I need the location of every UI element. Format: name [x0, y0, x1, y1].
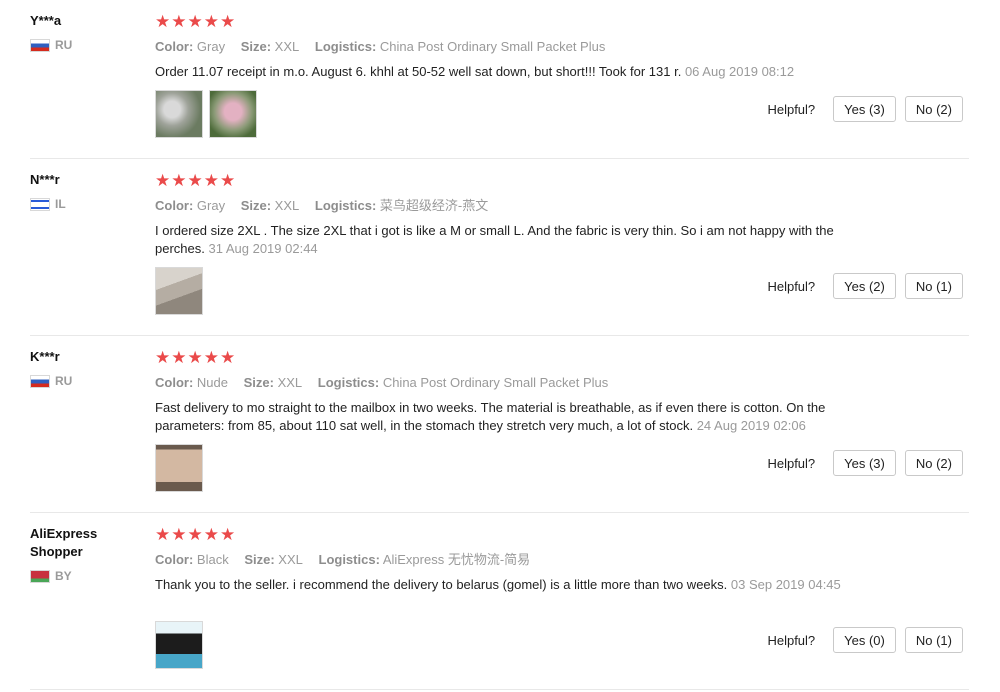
- helpful-no-button[interactable]: No (2): [904, 96, 963, 122]
- color-value: Gray: [196, 39, 226, 54]
- size-value: XXL: [274, 39, 300, 54]
- helpful-voting: Helpful? Yes (3) No (2): [767, 450, 963, 476]
- review-photo[interactable]: [209, 90, 257, 138]
- reviewer-name: AliExpress Shopper: [30, 526, 98, 559]
- review-list: Y***a RU ★★★★★ Color: Gray Size: XXL Log…: [0, 0, 1000, 692]
- country-code: BY: [55, 569, 72, 583]
- review-text: Order 11.07 receipt in m.o. August 6. kh…: [155, 63, 865, 81]
- reviewer-country: IL: [30, 197, 140, 211]
- reviewer-info: K***r RU: [30, 348, 140, 388]
- logistics-label: Logistics:: [317, 375, 380, 390]
- size-label: Size:: [244, 552, 275, 567]
- review-body: ★★★★★ Color: Gray Size: XXL Logistics: 菜…: [155, 171, 865, 258]
- helpful-no-button[interactable]: No (1): [904, 273, 963, 299]
- review-photo[interactable]: [155, 621, 203, 669]
- color-label: Color:: [155, 375, 194, 390]
- reviewer-country: RU: [30, 38, 140, 52]
- helpful-no-button[interactable]: No (2): [904, 450, 963, 476]
- reviewer-country: RU: [30, 374, 140, 388]
- color-value: Gray: [196, 198, 226, 213]
- russia-flag-icon: [30, 374, 50, 388]
- helpful-no-button[interactable]: No (1): [904, 627, 963, 653]
- helpful-voting: Helpful? Yes (3) No (2): [767, 96, 963, 122]
- review-photo[interactable]: [155, 90, 203, 138]
- helpful-yes-button[interactable]: Yes (3): [833, 96, 896, 122]
- review-photos: [155, 267, 203, 315]
- logistics-label: Logistics:: [314, 198, 377, 213]
- review-date: 06 Aug 2019 08:12: [684, 64, 795, 79]
- review-date: 31 Aug 2019 02:44: [208, 241, 318, 256]
- review-text: Thank you to the seller. i recommend the…: [155, 576, 865, 594]
- star-rating: ★★★★★: [155, 348, 237, 367]
- color-label: Color:: [155, 198, 194, 213]
- review-item: N***r IL ★★★★★ Color: Gray Size: XXL Log…: [30, 159, 969, 336]
- helpful-yes-button[interactable]: Yes (0): [833, 627, 896, 653]
- star-rating: ★★★★★: [155, 525, 237, 544]
- logistics-value: China Post Ordinary Small Packet Plus: [379, 39, 606, 54]
- order-info: Color: Black Size: XXL Logistics: AliExp…: [155, 551, 865, 569]
- star-rating: ★★★★★: [155, 12, 237, 31]
- review-photos: [155, 90, 257, 138]
- country-code: RU: [55, 374, 73, 388]
- order-info: Color: Gray Size: XXL Logistics: 菜鸟超级经济-…: [155, 197, 865, 215]
- order-info: Color: Nude Size: XXL Logistics: China P…: [155, 374, 865, 392]
- logistics-label: Logistics:: [318, 552, 380, 567]
- size-label: Size:: [243, 375, 274, 390]
- size-value: XXL: [278, 552, 303, 567]
- review-photo[interactable]: [155, 267, 203, 315]
- review-item: AliExpress Shopper BY ★★★★★ Color: Black…: [30, 513, 969, 690]
- size-value: XXL: [274, 198, 300, 213]
- review-photos: [155, 444, 203, 492]
- review-content: Thank you to the seller. i recommend the…: [155, 577, 728, 592]
- review-body: ★★★★★ Color: Black Size: XXL Logistics: …: [155, 525, 865, 594]
- order-info: Color: Gray Size: XXL Logistics: China P…: [155, 38, 865, 56]
- size-label: Size:: [240, 198, 272, 213]
- reviewer-info: Y***a RU: [30, 12, 140, 52]
- star-rating: ★★★★★: [155, 171, 237, 190]
- helpful-label: Helpful?: [767, 455, 816, 471]
- review-item: Y***a RU ★★★★★ Color: Gray Size: XXL Log…: [30, 0, 969, 159]
- logistics-value: China Post Ordinary Small Packet Plus: [382, 375, 609, 390]
- israel-flag-icon: [30, 197, 50, 211]
- review-photos: [155, 621, 203, 669]
- review-body: ★★★★★ Color: Nude Size: XXL Logistics: C…: [155, 348, 865, 435]
- reviewer-name: N***r: [30, 172, 60, 187]
- size-label: Size:: [240, 39, 272, 54]
- review-date: 03 Sep 2019 04:45: [730, 577, 841, 592]
- reviewer-country: BY: [30, 569, 140, 583]
- reviewer-name: Y***a: [30, 13, 62, 28]
- belarus-flag-icon: [30, 569, 50, 583]
- review-photo[interactable]: [155, 444, 203, 492]
- country-code: IL: [55, 197, 66, 211]
- review-content: Order 11.07 receipt in m.o. August 6. kh…: [155, 64, 682, 79]
- helpful-label: Helpful?: [767, 278, 816, 294]
- review-item: K***r RU ★★★★★ Color: Nude Size: XXL Log…: [30, 336, 969, 513]
- color-value: Black: [196, 552, 229, 567]
- country-code: RU: [55, 38, 73, 52]
- helpful-label: Helpful?: [767, 101, 816, 117]
- helpful-voting: Helpful? Yes (2) No (1): [767, 273, 963, 299]
- review-text: I ordered size 2XL . The size 2XL that i…: [155, 222, 865, 258]
- review-body: ★★★★★ Color: Gray Size: XXL Logistics: C…: [155, 12, 865, 81]
- logistics-value: 菜鸟超级经济-燕文: [379, 198, 489, 213]
- size-value: XXL: [277, 375, 303, 390]
- review-text: Fast delivery to mo straight to the mail…: [155, 399, 865, 435]
- logistics-label: Logistics:: [314, 39, 377, 54]
- review-date: 24 Aug 2019 02:06: [696, 418, 806, 433]
- helpful-yes-button[interactable]: Yes (3): [833, 450, 896, 476]
- reviewer-info: N***r IL: [30, 171, 140, 211]
- color-value: Nude: [196, 375, 228, 390]
- reviewer-name: K***r: [30, 349, 60, 364]
- color-label: Color:: [155, 552, 194, 567]
- helpful-yes-button[interactable]: Yes (2): [833, 273, 896, 299]
- reviewer-info: AliExpress Shopper BY: [30, 525, 140, 583]
- color-label: Color:: [155, 39, 194, 54]
- helpful-voting: Helpful? Yes (0) No (1): [767, 627, 963, 653]
- logistics-value: AliExpress 无忧物流-简易: [382, 552, 531, 567]
- helpful-label: Helpful?: [767, 632, 816, 648]
- russia-flag-icon: [30, 38, 50, 52]
